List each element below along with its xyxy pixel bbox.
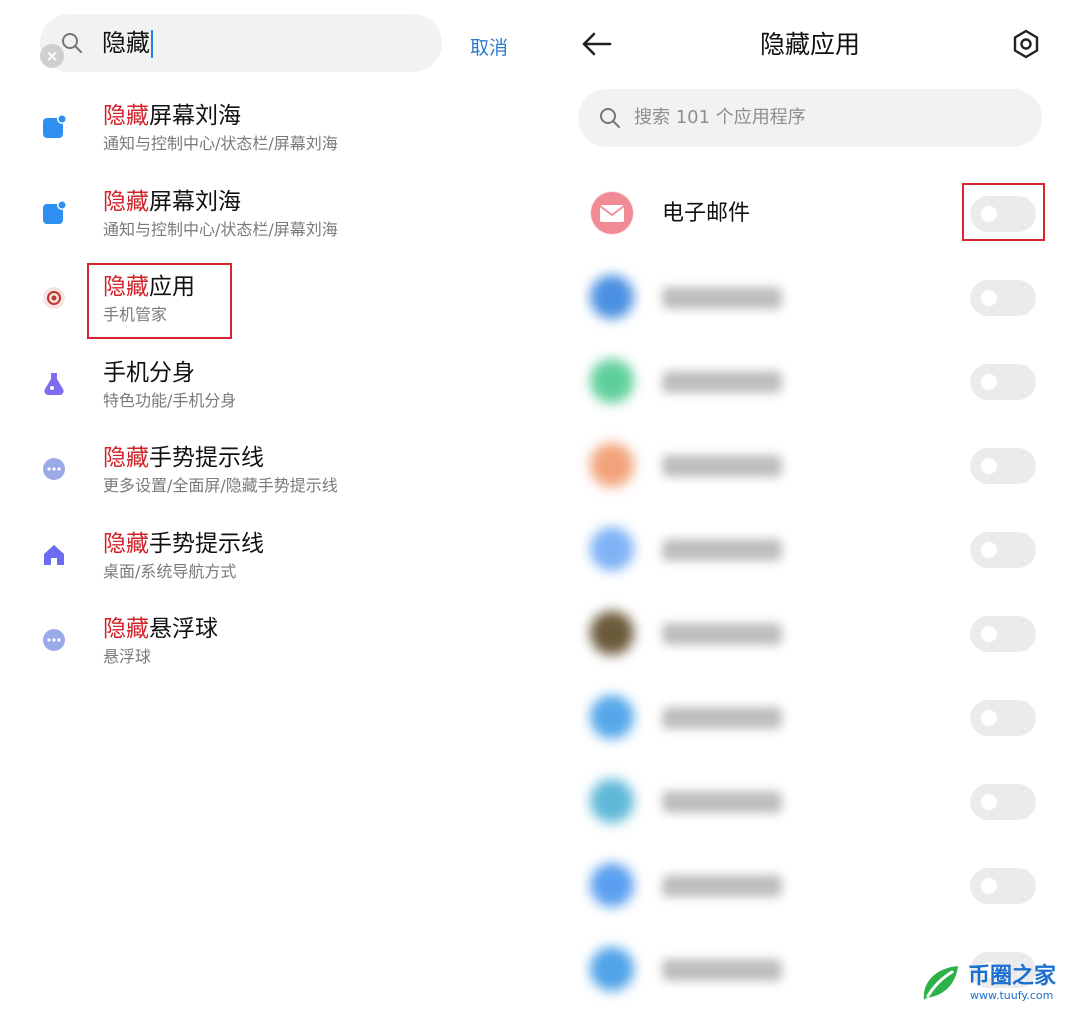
search-icon <box>598 106 622 134</box>
watermark-url: www.tuufy.com <box>970 989 1054 1002</box>
hide-app-toggle[interactable] <box>970 364 1036 400</box>
notification-icon <box>40 113 68 141</box>
result-title: 隐藏悬浮球 <box>103 614 218 644</box>
toggle-knob <box>981 290 997 306</box>
app-list-item[interactable] <box>540 855 1080 939</box>
app-name-redacted <box>662 371 782 393</box>
toggle-knob <box>981 626 997 642</box>
app-icon <box>590 527 634 571</box>
result-path: 桌面/系统导航方式 <box>103 561 237 581</box>
annotation-highlight-box <box>962 183 1045 241</box>
result-title-rest: 手势提示线 <box>149 530 264 557</box>
result-title-rest: 屏幕刘海 <box>149 103 241 129</box>
notification-icon <box>40 199 68 227</box>
hide-app-toggle[interactable] <box>970 448 1036 484</box>
app-name-redacted <box>662 623 782 645</box>
match-highlight: 隐藏 <box>103 530 149 557</box>
result-title-rest: 手势提示线 <box>149 445 264 471</box>
settings-gear-icon[interactable] <box>1010 28 1042 60</box>
app-name-redacted <box>662 707 782 729</box>
match-highlight: 隐藏 <box>103 188 149 215</box>
toggle-knob <box>981 794 997 810</box>
hidden-apps-panel: 隐藏应用 搜索 101 个应用程序 电子邮件 <box>540 0 1080 1010</box>
app-list-item[interactable] <box>540 267 1080 351</box>
settings-search-panel: 隐藏 × 取消 隐藏屏幕刘海 通知与控制中心/状态栏/屏幕刘海 隐藏屏幕刘海 通知与控… <box>0 0 540 1010</box>
second-space-icon <box>40 370 68 398</box>
result-title-rest: 手机分身 <box>103 359 195 386</box>
result-title: 隐藏屏幕刘海 <box>103 101 241 131</box>
app-icon <box>590 359 634 403</box>
search-result-item[interactable]: 隐藏应用 手机管家 <box>0 272 540 352</box>
leaf-logo-icon <box>918 962 962 1008</box>
match-highlight: 隐藏 <box>103 445 149 471</box>
app-name-redacted <box>662 455 782 477</box>
hide-app-toggle[interactable] <box>970 532 1036 568</box>
toggle-knob <box>981 878 997 894</box>
clear-search-button[interactable]: × <box>40 44 64 68</box>
app-list-item[interactable] <box>540 687 1080 771</box>
watermark-logo: 币圈之家 www.tuufy.com <box>918 960 1068 1006</box>
app-name-redacted <box>662 287 782 309</box>
app-list-item[interactable] <box>540 519 1080 603</box>
annotation-highlight-box <box>87 263 232 339</box>
app-list-item[interactable] <box>540 435 1080 519</box>
result-title: 隐藏手势提示线 <box>103 443 264 473</box>
result-path: 更多设置/全面屏/隐藏手势提示线 <box>103 476 338 495</box>
result-title: 隐藏屏幕刘海 <box>103 187 241 217</box>
hide-app-toggle[interactable] <box>970 868 1036 904</box>
app-name-redacted <box>662 539 782 561</box>
more-settings-icon <box>40 626 68 654</box>
hide-app-toggle[interactable] <box>970 700 1036 736</box>
app-icon <box>590 779 634 823</box>
watermark-name: 币圈之家 <box>968 964 1057 989</box>
app-icon <box>590 695 634 739</box>
settings-search-bar[interactable]: 隐藏 × <box>40 14 442 72</box>
app-search-placeholder: 搜索 101 个应用程序 <box>634 107 806 128</box>
email-icon <box>590 191 634 235</box>
app-name: 电子邮件 <box>662 201 751 226</box>
toggle-knob <box>981 710 997 726</box>
search-result-item[interactable]: 隐藏手势提示线 桌面/系统导航方式 <box>0 529 540 609</box>
app-icon <box>590 863 634 907</box>
app-list-item[interactable] <box>540 603 1080 687</box>
text-cursor <box>151 30 153 58</box>
result-title-rest: 屏幕刘海 <box>149 188 241 215</box>
result-title-rest: 悬浮球 <box>149 616 218 642</box>
result-path: 特色功能/手机分身 <box>103 390 237 410</box>
result-path: 通知与控制中心/状态栏/屏幕刘海 <box>103 134 338 153</box>
home-icon <box>40 541 68 569</box>
result-title: 隐藏手势提示线 <box>103 529 264 559</box>
hide-app-toggle[interactable] <box>970 784 1036 820</box>
app-name-redacted <box>662 875 782 897</box>
search-result-item[interactable]: 隐藏悬浮球 悬浮球 <box>0 614 540 694</box>
result-path: 通知与控制中心/状态栏/屏幕刘海 <box>103 219 338 239</box>
toggle-knob <box>981 458 997 474</box>
app-name-redacted <box>662 791 782 813</box>
match-highlight: 隐藏 <box>103 616 149 642</box>
match-highlight: 隐藏 <box>103 103 149 129</box>
cancel-button[interactable]: 取消 <box>470 33 508 60</box>
toggle-knob <box>981 542 997 558</box>
search-result-item[interactable]: 隐藏屏幕刘海通知与控制中心/状态栏/屏幕刘海 <box>0 101 540 181</box>
app-icon <box>590 947 634 991</box>
app-list-item[interactable] <box>540 771 1080 855</box>
app-icon <box>590 611 634 655</box>
security-center-icon <box>40 284 68 312</box>
hide-app-toggle[interactable] <box>970 280 1036 316</box>
search-result-item[interactable]: 手机分身特色功能/手机分身 <box>0 358 540 438</box>
app-list-item[interactable] <box>540 351 1080 435</box>
search-input[interactable]: 隐藏 <box>102 28 153 58</box>
app-search-bar[interactable]: 搜索 101 个应用程序 <box>578 89 1042 147</box>
hide-app-toggle[interactable] <box>970 616 1036 652</box>
page-title: 隐藏应用 <box>759 30 860 59</box>
app-icon <box>590 443 634 487</box>
toggle-knob <box>981 374 997 390</box>
more-settings-icon <box>40 455 68 483</box>
app-icon <box>590 275 634 319</box>
result-path: 悬浮球 <box>103 647 152 666</box>
app-name-redacted <box>662 959 782 981</box>
search-result-item[interactable]: 隐藏手势提示线更多设置/全面屏/隐藏手势提示线 <box>0 443 540 523</box>
result-title: 手机分身 <box>103 358 195 388</box>
search-result-item[interactable]: 隐藏屏幕刘海 通知与控制中心/状态栏/屏幕刘海 <box>0 187 540 267</box>
